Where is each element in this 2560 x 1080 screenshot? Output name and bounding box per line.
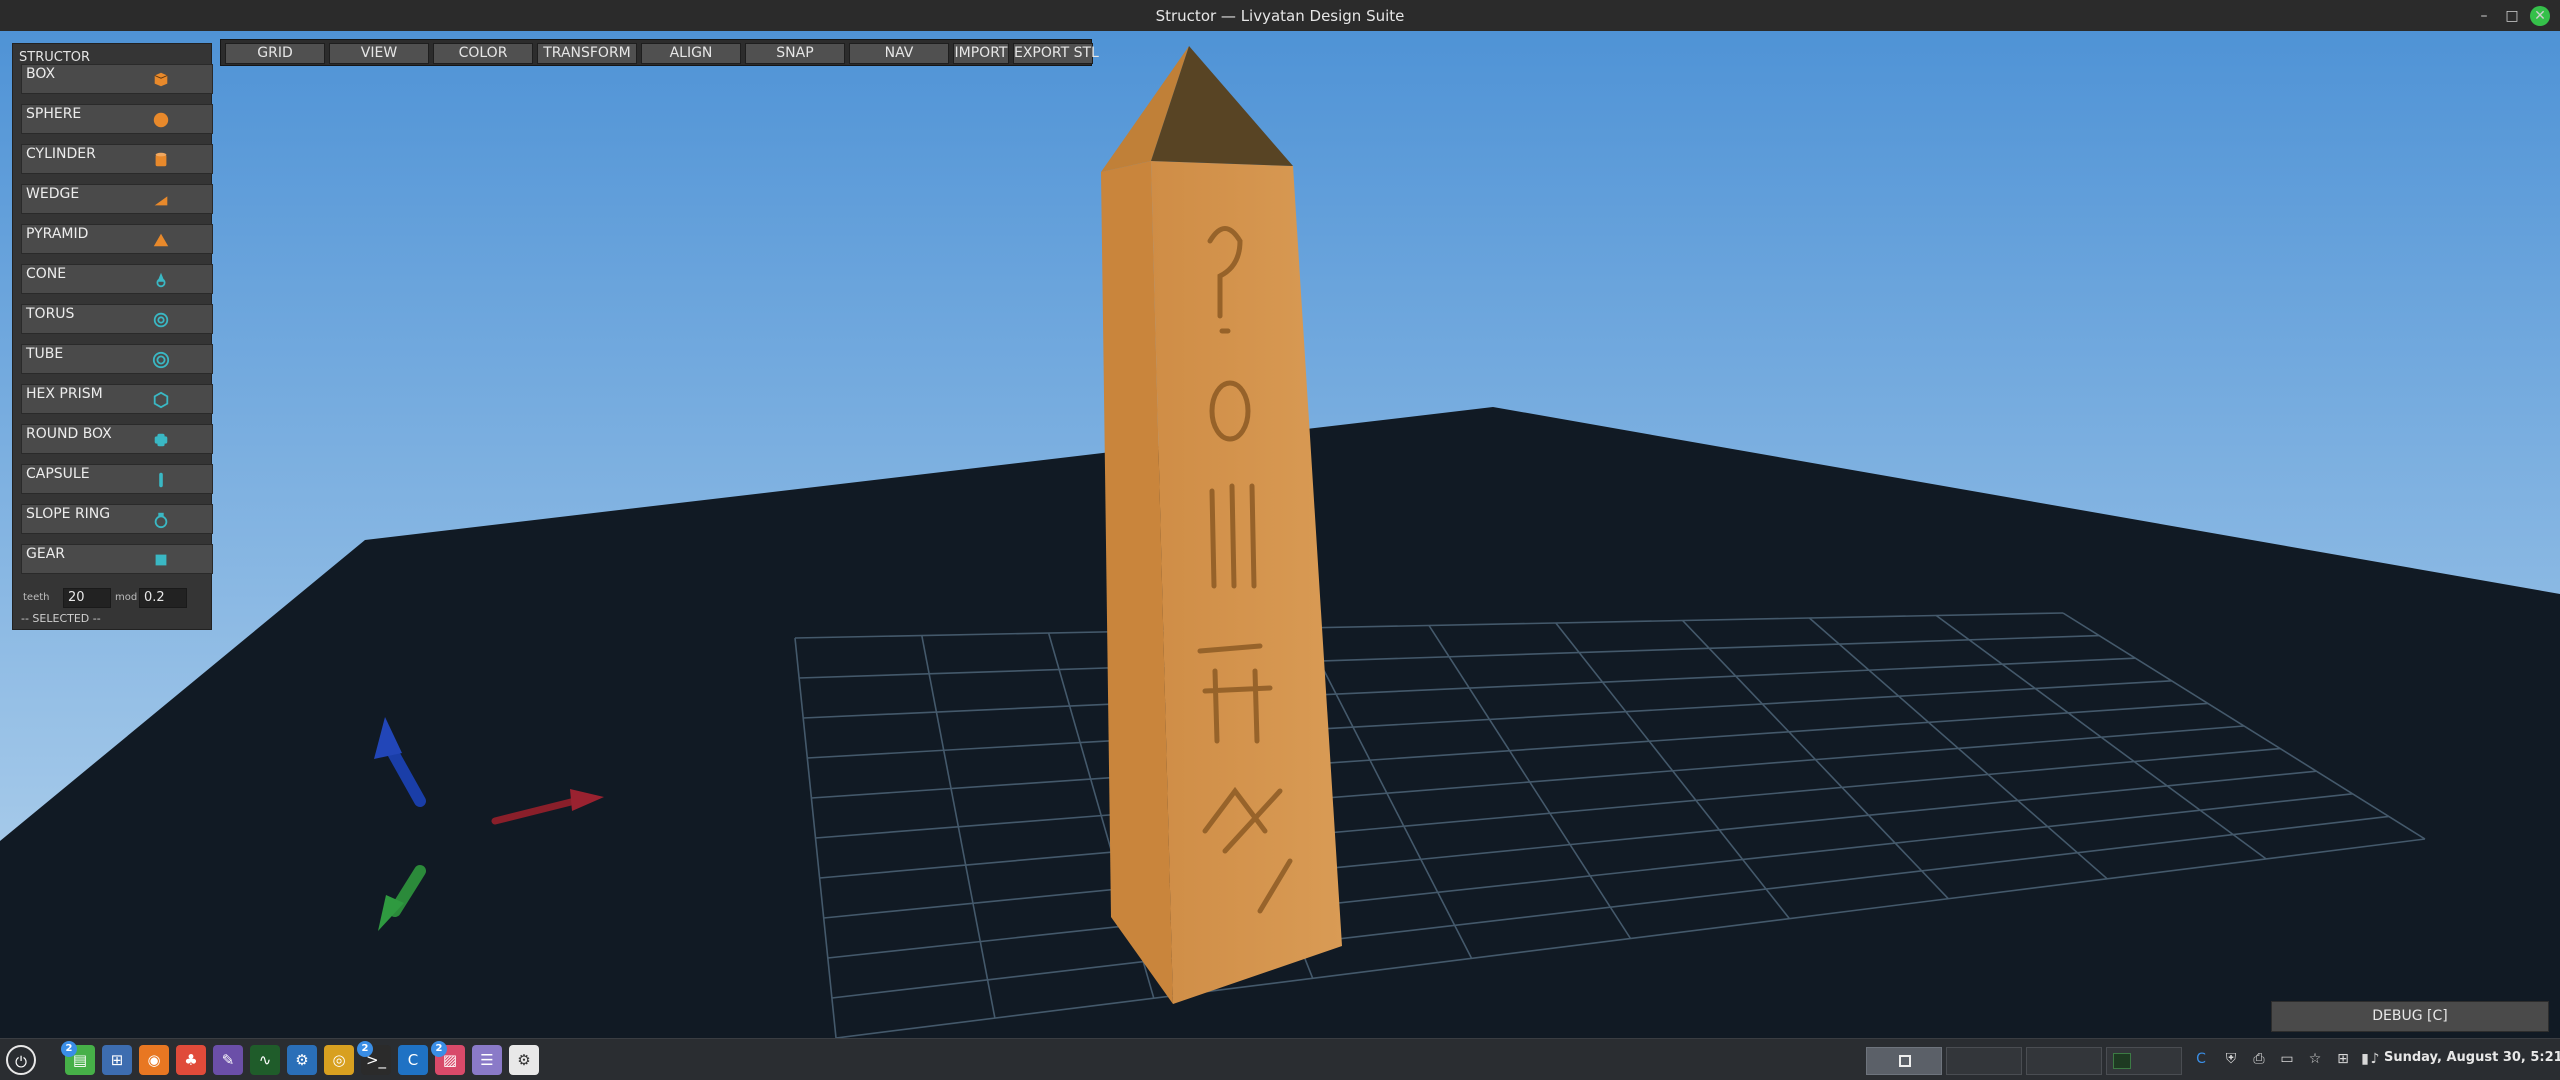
structor-btn-label: GEAR: [26, 546, 65, 562]
mod-label: mod: [115, 592, 138, 603]
torus-icon: [152, 311, 170, 329]
slope-ring-icon: [152, 511, 170, 529]
structor-btn-capsule[interactable]: CAPSULE: [21, 464, 213, 494]
cube-icon: [152, 71, 170, 89]
volume-icon[interactable]: ♪: [2366, 1050, 2384, 1068]
debug-button[interactable]: DEBUG [C]: [2271, 1001, 2549, 1032]
toolbar-export-stl-button[interactable]: EXPORT STL: [1013, 43, 1099, 64]
toolbar-color-button[interactable]: COLOR: [433, 43, 533, 64]
structor-btn-round-box[interactable]: ROUND BOX: [21, 424, 213, 454]
workspace-2[interactable]: [1946, 1047, 2022, 1075]
mod-input[interactable]: 0.2: [139, 588, 187, 608]
structor-btn-label: CAPSULE: [26, 466, 90, 482]
structor-btn-label: WEDGE: [26, 186, 80, 202]
window-title: Structor — Livyatan Design Suite: [1155, 6, 1405, 25]
gear-icon: [152, 551, 170, 569]
workspace-1[interactable]: [1866, 1047, 1942, 1075]
terminal-thumb-icon: [2113, 1053, 2131, 1069]
structor-btn-box[interactable]: BOX: [21, 64, 213, 94]
ccleaner-tray-icon[interactable]: C: [2192, 1050, 2210, 1068]
top-toolbar: GRID VIEW COLOR TRANSFORM ALIGN SNAP NAV IMPORT…: [220, 39, 1099, 66]
clock[interactable]: Sunday, August 30, 5:21: [2384, 1050, 2560, 1065]
structor-btn-label: TUBE: [26, 346, 64, 362]
app-window: Structor — Livyatan Design Suite – □ ✕ S…: [0, 0, 2560, 1080]
minimize-button[interactable]: –: [2474, 6, 2494, 26]
structor-btn-label: HEX PRISM: [26, 386, 103, 402]
structor-btn-hex-prism[interactable]: HEX PRISM: [21, 384, 213, 414]
display-icon[interactable]: ▭: [2278, 1050, 2296, 1068]
calculator-icon[interactable]: ⊞: [102, 1045, 132, 1075]
settings-icon[interactable]: ⚙: [509, 1045, 539, 1075]
start-menu-icon[interactable]: ⏻: [6, 1045, 36, 1075]
toolbar-view-button[interactable]: VIEW: [329, 43, 429, 64]
cone-icon: [152, 271, 170, 289]
tube-icon: [152, 351, 170, 369]
structor-btn-label: CONE: [26, 266, 67, 282]
pyramid-icon: [152, 231, 170, 249]
star-icon[interactable]: ☆: [2306, 1050, 2324, 1068]
structor-btn-slope-ring[interactable]: SLOPE RING: [21, 504, 213, 534]
cylinder-icon: [152, 151, 170, 169]
notification-badge: 2: [431, 1041, 447, 1057]
close-button[interactable]: ✕: [2530, 6, 2550, 26]
network-icon[interactable]: ⊞: [2334, 1050, 2352, 1068]
printer-icon[interactable]: ⎙: [2250, 1050, 2268, 1068]
ccleaner-icon[interactable]: C: [398, 1045, 428, 1075]
gear-params: teeth 20 mod 0.2: [21, 588, 211, 612]
hex-prism-icon: [152, 391, 170, 409]
notes-icon[interactable]: ☰: [472, 1045, 502, 1075]
blender-icon[interactable]: ◉: [139, 1045, 169, 1075]
toolbar-grid-button[interactable]: GRID: [225, 43, 325, 64]
structor-btn-sphere[interactable]: SPHERE: [21, 104, 213, 134]
structor-btn-label: ROUND BOX: [26, 426, 112, 442]
structor-btn-cone[interactable]: CONE: [21, 264, 213, 294]
teeth-input[interactable]: 20: [63, 588, 111, 608]
structor-btn-label: TORUS: [26, 306, 75, 322]
panel-title: STRUCTOR: [19, 50, 91, 65]
system-monitor-icon[interactable]: ∿: [250, 1045, 280, 1075]
structor-btn-label: SLOPE RING: [26, 506, 111, 522]
structor-btn-label: CYLINDER: [26, 146, 96, 162]
title-bar: Structor — Livyatan Design Suite – □ ✕: [0, 0, 2560, 31]
structor-btn-label: PYRAMID: [26, 226, 89, 242]
capsule-icon: [152, 471, 170, 489]
toolbar-nav-button[interactable]: NAV: [849, 43, 949, 64]
taskbar: ⏻ ▤ 2 ⊞ ◉ ♣ ✎ ∿ ⚙ ◎ >_ 2 C ▨ 2 ☰ ⚙ C ⛨ ⎙ ▭ ☆ ⊞ ▮ ♪ Sunda…: [0, 1038, 2560, 1080]
sphere-icon: [152, 111, 170, 129]
structor-panel: STRUCTOR BOX SPHERE CYLINDER WEDGE PYRAMID CO…: [12, 43, 213, 630]
toolbar-import-button[interactable]: IMPORT: [953, 43, 1009, 64]
selected-label: -- SELECTED --: [21, 612, 101, 625]
structor-btn-tube[interactable]: TUBE: [21, 344, 213, 374]
wedge-icon: [152, 191, 170, 209]
workspace-3[interactable]: [2026, 1047, 2102, 1075]
structor-btn-torus[interactable]: TORUS: [21, 304, 213, 334]
workspace-4[interactable]: [2106, 1047, 2182, 1075]
toolbar-snap-button[interactable]: SNAP: [745, 43, 845, 64]
structor-btn-label: BOX: [26, 66, 56, 82]
teeth-label: teeth: [23, 592, 50, 603]
notification-badge: 2: [357, 1041, 373, 1057]
structor-btn-wedge[interactable]: WEDGE: [21, 184, 213, 214]
structor-btn-label: SPHERE: [26, 106, 82, 122]
shield-icon[interactable]: ⛨: [2222, 1050, 2240, 1068]
notification-badge: 2: [61, 1041, 77, 1057]
round-box-icon: [152, 431, 170, 449]
window-thumb-icon: [1899, 1055, 1911, 1067]
steam-icon[interactable]: ⚙: [287, 1045, 317, 1075]
maximize-button[interactable]: □: [2502, 6, 2522, 26]
gitkraken-icon[interactable]: ♣: [176, 1045, 206, 1075]
structor-btn-gear[interactable]: GEAR: [21, 544, 213, 574]
structor-btn-pyramid[interactable]: PYRAMID: [21, 224, 213, 254]
structor-btn-cylinder[interactable]: CYLINDER: [21, 144, 213, 174]
inkscape-icon[interactable]: ✎: [213, 1045, 243, 1075]
chrome-icon[interactable]: ◎: [324, 1045, 354, 1075]
toolbar-align-button[interactable]: ALIGN: [641, 43, 741, 64]
3d-viewport[interactable]: [0, 31, 2560, 1038]
toolbar-transform-button[interactable]: TRANSFORM: [537, 43, 637, 64]
